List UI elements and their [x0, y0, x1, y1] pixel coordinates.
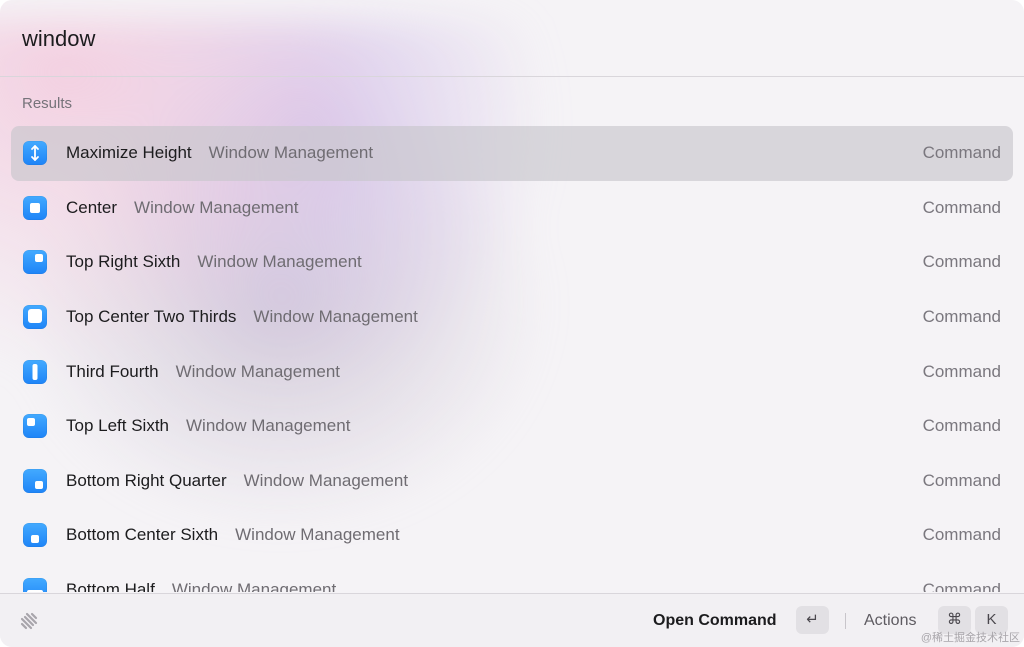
section-title: Results [22, 95, 73, 112]
center-icon [23, 195, 47, 220]
result-title-text: Maximize Height [66, 143, 192, 163]
result-row[interactable]: Top Left Sixth Window Management Command [11, 399, 1013, 454]
result-row[interactable]: Top Center Two Thirds Window Management Co… [11, 290, 1013, 345]
result-title: Top Center Two Thirds Window Management [66, 307, 418, 327]
bottom-center-sixth-icon [23, 523, 47, 548]
top-right-sixth-icon [23, 250, 47, 275]
result-title: Top Right Sixth Window Management [66, 252, 362, 272]
result-row[interactable]: Top Right Sixth Window Management Command [11, 235, 1013, 290]
result-title: Bottom Center Sixth Window Management [66, 525, 400, 545]
footer-bar: Open Command ↵ Actions ⌘ K @稀土掘金技术社区 [0, 593, 1024, 647]
footer-divider [845, 613, 846, 629]
bottom-right-quarter-icon [23, 468, 47, 493]
maximize-height-icon [23, 141, 47, 166]
result-title: Bottom Half Window Management [66, 580, 336, 592]
result-title: Center Window Management [66, 198, 298, 218]
result-title: Third Fourth Window Management [66, 362, 340, 382]
result-type-label: Command [922, 197, 1001, 217]
result-title-text: Top Left Sixth [66, 416, 170, 436]
result-subtitle: Window Management [186, 416, 351, 436]
raycast-logo-icon[interactable] [18, 610, 40, 632]
result-type-label: Command [922, 307, 1001, 327]
launcher-window: Results Maximize Height Window Management… [0, 0, 1024, 647]
result-type-label: Command [922, 143, 1001, 163]
search-input[interactable] [22, 22, 982, 56]
result-title-text: Top Right Sixth [66, 252, 181, 272]
watermark-text: @稀土掘金技术社区 [920, 632, 1020, 644]
bottom-half-icon [23, 578, 47, 592]
return-key-badge[interactable]: ↵ [796, 606, 829, 634]
result-row[interactable]: Bottom Center Sixth Window Management Comm… [11, 508, 1013, 563]
result-title-text: Top Center Two Thirds [66, 307, 237, 327]
result-title: Bottom Right Quarter Window Management [66, 471, 408, 491]
third-fourth-icon [23, 359, 47, 384]
result-type-label: Command [922, 252, 1001, 272]
result-type-label: Command [922, 525, 1001, 545]
open-command-button[interactable]: Open Command [653, 612, 777, 630]
actions-button[interactable]: Actions [864, 612, 916, 630]
result-title-text: Bottom Center Sixth [66, 525, 219, 545]
result-row[interactable]: Third Fourth Window Management Command [11, 344, 1013, 399]
result-row[interactable]: Bottom Half Window Management Command [11, 563, 1013, 592]
result-title: Maximize Height Window Management [66, 143, 373, 163]
result-type-label: Command [922, 580, 1001, 592]
top-center-two-thirds-icon [23, 305, 47, 330]
result-title-text: Third Fourth [66, 361, 159, 381]
result-subtitle: Window Management [134, 197, 299, 217]
result-type-label: Command [922, 361, 1001, 381]
result-subtitle: Window Management [208, 143, 374, 163]
result-title-text: Bottom Half [66, 580, 155, 592]
result-subtitle: Window Management [243, 470, 409, 490]
result-row[interactable]: Bottom Right Quarter Window Management Com… [11, 454, 1013, 509]
result-row[interactable]: Center Window Management Command [11, 181, 1013, 236]
result-subtitle: Window Management [197, 252, 362, 272]
search-bar [0, 0, 1024, 77]
result-subtitle: Window Management [253, 307, 418, 327]
result-type-label: Command [922, 416, 1001, 436]
result-subtitle: Window Management [171, 580, 337, 592]
result-title-text: Center [66, 197, 118, 217]
result-row[interactable]: Maximize Height Window Management Command [11, 126, 1013, 181]
results-list: Maximize Height Window Management Command C… [11, 126, 1013, 592]
result-type-label: Command [922, 470, 1001, 490]
result-title-text: Bottom Right Quarter [66, 470, 227, 490]
result-subtitle: Window Management [235, 525, 400, 545]
top-left-sixth-icon [23, 414, 47, 439]
result-subtitle: Window Management [175, 361, 341, 381]
result-title: Top Left Sixth Window Management [66, 416, 350, 436]
